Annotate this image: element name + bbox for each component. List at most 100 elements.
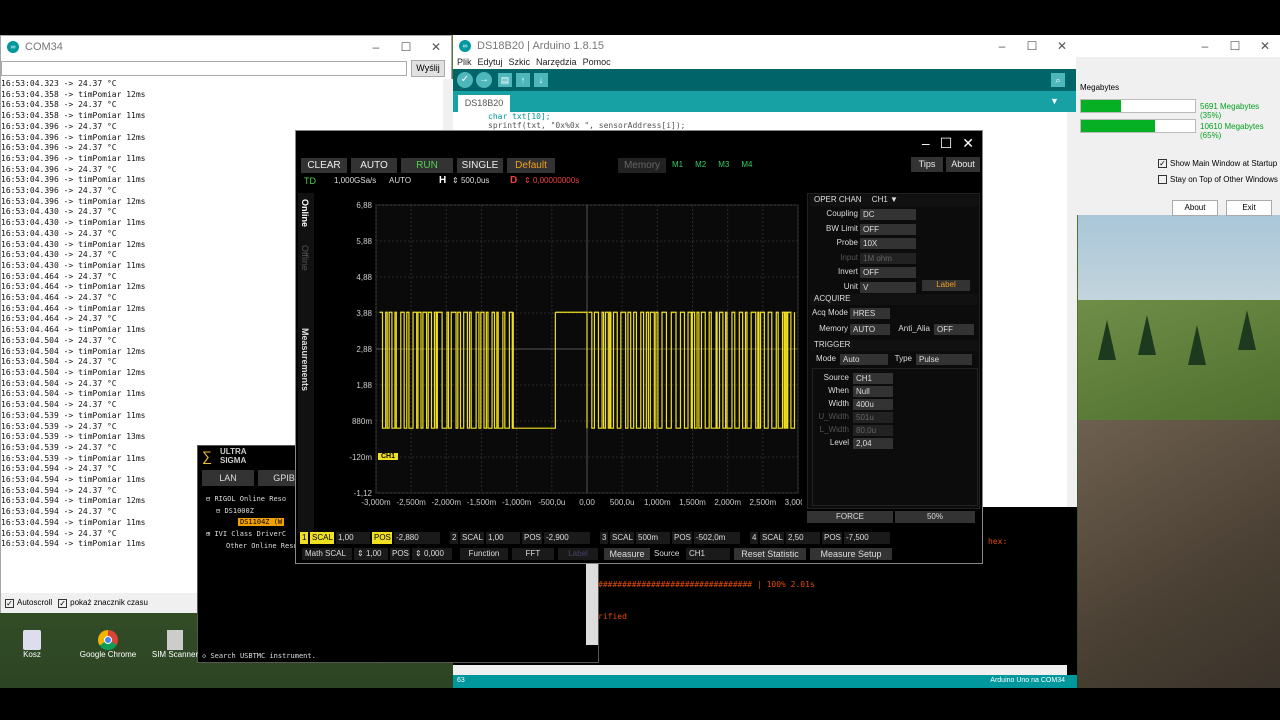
upload-icon[interactable]: → <box>476 72 492 88</box>
reset-statistic-button[interactable]: Reset Statistic <box>734 548 806 560</box>
minimize-icon[interactable]: – <box>987 39 1017 53</box>
measure-source-select[interactable]: CH1 <box>686 548 730 560</box>
trigger-50-button[interactable]: 50% <box>895 511 975 523</box>
save-icon[interactable]: ↓ <box>534 73 548 87</box>
channel-number[interactable]: 4 <box>750 532 758 544</box>
math-label-button[interactable]: Label <box>558 548 598 560</box>
channel-param-select[interactable]: DC <box>860 209 916 220</box>
pos-value[interactable]: -2,900 <box>544 532 590 544</box>
tree-item-selected[interactable]: DS1104Z (W <box>238 518 285 526</box>
close-icon[interactable]: ✕ <box>1047 39 1077 53</box>
math-scale-value[interactable]: ⇕ 1,00 <box>354 548 388 560</box>
anti-alias-select[interactable]: OFF <box>934 324 974 335</box>
about-button[interactable]: About <box>946 157 980 172</box>
about-button[interactable]: About <box>1172 200 1218 216</box>
close-icon[interactable]: ✕ <box>1250 39 1280 53</box>
memory-depth-select[interactable]: AUTO <box>850 324 890 335</box>
ontop-checkbox[interactable]: Stay on Top of Other Windows <box>1158 175 1278 185</box>
single-button[interactable]: SINGLE <box>457 158 503 173</box>
exit-button[interactable]: Exit <box>1226 200 1272 216</box>
desktop-icon-sim-scanner[interactable]: SIM Scanner <box>145 630 205 659</box>
maximize-icon[interactable]: ☐ <box>1220 39 1250 53</box>
channel-param-select[interactable]: V <box>860 281 916 293</box>
trigger-param-select[interactable]: 400u <box>853 399 893 410</box>
tree-item[interactable]: ⊞ IVI Class DriverC <box>206 530 286 538</box>
pos-value[interactable]: -2,880 <box>394 532 440 544</box>
m4-button[interactable]: M4 <box>741 160 752 169</box>
acq-mode-select[interactable]: HRES <box>850 308 890 319</box>
measure-button[interactable]: Measure <box>604 548 650 560</box>
waveform-display[interactable]: 6,88 5,88 4,88 3,88 2,88 1,88 880m -120m -1,12-3… <box>316 193 802 529</box>
channel-param-select[interactable]: OFF <box>860 267 916 278</box>
fft-button[interactable]: FFT <box>512 548 554 560</box>
tab-menu-icon[interactable]: ▼ <box>1050 96 1059 106</box>
menu-tools[interactable]: Narzędzia <box>536 57 577 69</box>
minimize-icon[interactable]: – <box>1190 39 1220 53</box>
trigger-type-select[interactable]: Pulse <box>916 354 972 365</box>
channel-number[interactable]: 1 <box>300 532 308 544</box>
scale-value[interactable]: 1,00 <box>336 532 370 544</box>
clear-button[interactable]: CLEAR <box>301 158 347 173</box>
tree-item[interactable]: ⊟ DS1000Z <box>216 507 254 515</box>
menu-sketch[interactable]: Szkic <box>509 57 531 69</box>
verify-icon[interactable]: ✓ <box>457 72 473 88</box>
autoscroll-checkbox[interactable]: ✓ Autoscroll <box>5 598 52 608</box>
timestamp-checkbox[interactable]: ✓ pokaż znacznik czasu <box>58 598 148 608</box>
pos-value[interactable]: -502,0m <box>694 532 740 544</box>
channel-number[interactable]: 2 <box>450 532 458 544</box>
maximize-icon[interactable]: ☐ <box>940 135 953 152</box>
close-icon[interactable]: ✕ <box>421 40 451 54</box>
menu-file[interactable]: Plik <box>457 57 472 69</box>
function-button[interactable]: Function <box>460 548 508 560</box>
tips-button[interactable]: Tips <box>911 157 943 172</box>
tree-item[interactable]: ⊟ RIGOL Online Reso <box>206 495 286 503</box>
trigger-param-select[interactable]: 2,04 <box>853 438 893 449</box>
maximize-icon[interactable]: ☐ <box>391 40 421 54</box>
tree-item[interactable]: Other Online Reso <box>226 542 298 550</box>
scale-value[interactable]: 2,50 <box>786 532 820 544</box>
default-button[interactable]: Default <box>507 158 555 173</box>
force-button[interactable]: FORCE <box>807 511 893 523</box>
menu-edit[interactable]: Edytuj <box>478 57 503 69</box>
m3-button[interactable]: M3 <box>718 160 729 169</box>
menu-help[interactable]: Pomoc <box>583 57 611 69</box>
trigger-param-select[interactable]: 501u <box>853 412 893 423</box>
trigger-param-select[interactable]: CH1 <box>853 373 893 384</box>
channel-param-select[interactable]: 10X <box>860 238 916 249</box>
m2-button[interactable]: M2 <box>695 160 706 169</box>
tab-offline[interactable]: Offline <box>300 245 310 271</box>
trigger-param-select[interactable]: 80,0u <box>853 425 893 436</box>
desktop-icon-chrome[interactable]: Google Chrome <box>78 630 138 659</box>
tab-measurements[interactable]: Measurements <box>300 328 310 391</box>
pos-value[interactable]: -7,500 <box>844 532 890 544</box>
delay-value[interactable]: ⇕ 0,00000000s <box>524 176 579 185</box>
tab-lan[interactable]: LAN <box>202 470 254 486</box>
minimize-icon[interactable]: – <box>361 40 391 54</box>
tab-ds18b20[interactable]: DS18B20 <box>458 95 510 112</box>
console-scrollbar[interactable] <box>453 665 1067 675</box>
oper-chan[interactable]: OPER CHAN CH1 ▼ <box>810 195 978 206</box>
startup-checkbox[interactable]: ✓ Show Main Window at Startup <box>1158 159 1277 169</box>
minimize-icon[interactable]: – <box>922 135 930 152</box>
send-button[interactable]: Wyślij <box>411 60 445 77</box>
label-button[interactable]: Label <box>922 280 970 291</box>
trigger-param-select[interactable]: Null <box>853 386 893 397</box>
channel-param-select[interactable]: OFF <box>860 223 916 235</box>
scale-value[interactable]: 500m <box>636 532 670 544</box>
auto-button[interactable]: AUTO <box>351 158 397 173</box>
serial-monitor-icon[interactable]: ⌕ <box>1051 73 1065 87</box>
m1-button[interactable]: M1 <box>672 160 683 169</box>
scale-value[interactable]: 1,00 <box>486 532 520 544</box>
desktop-icon-recycle-bin[interactable]: Kosz <box>2 630 62 659</box>
serial-send-input[interactable] <box>1 61 407 76</box>
channel-number[interactable]: 3 <box>600 532 608 544</box>
trigger-mode-select[interactable]: Auto <box>840 354 888 365</box>
close-icon[interactable]: ✕ <box>962 135 974 152</box>
math-pos-value[interactable]: ⇕ 0,000 <box>412 548 452 560</box>
tab-online[interactable]: Online <box>300 199 310 227</box>
channel-param-select[interactable]: 1M ohm <box>860 252 916 264</box>
horizontal-value[interactable]: ⇕ 500,0us <box>452 176 489 185</box>
measure-setup-button[interactable]: Measure Setup <box>810 548 892 560</box>
open-icon[interactable]: ↑ <box>516 73 530 87</box>
maximize-icon[interactable]: ☐ <box>1017 39 1047 53</box>
